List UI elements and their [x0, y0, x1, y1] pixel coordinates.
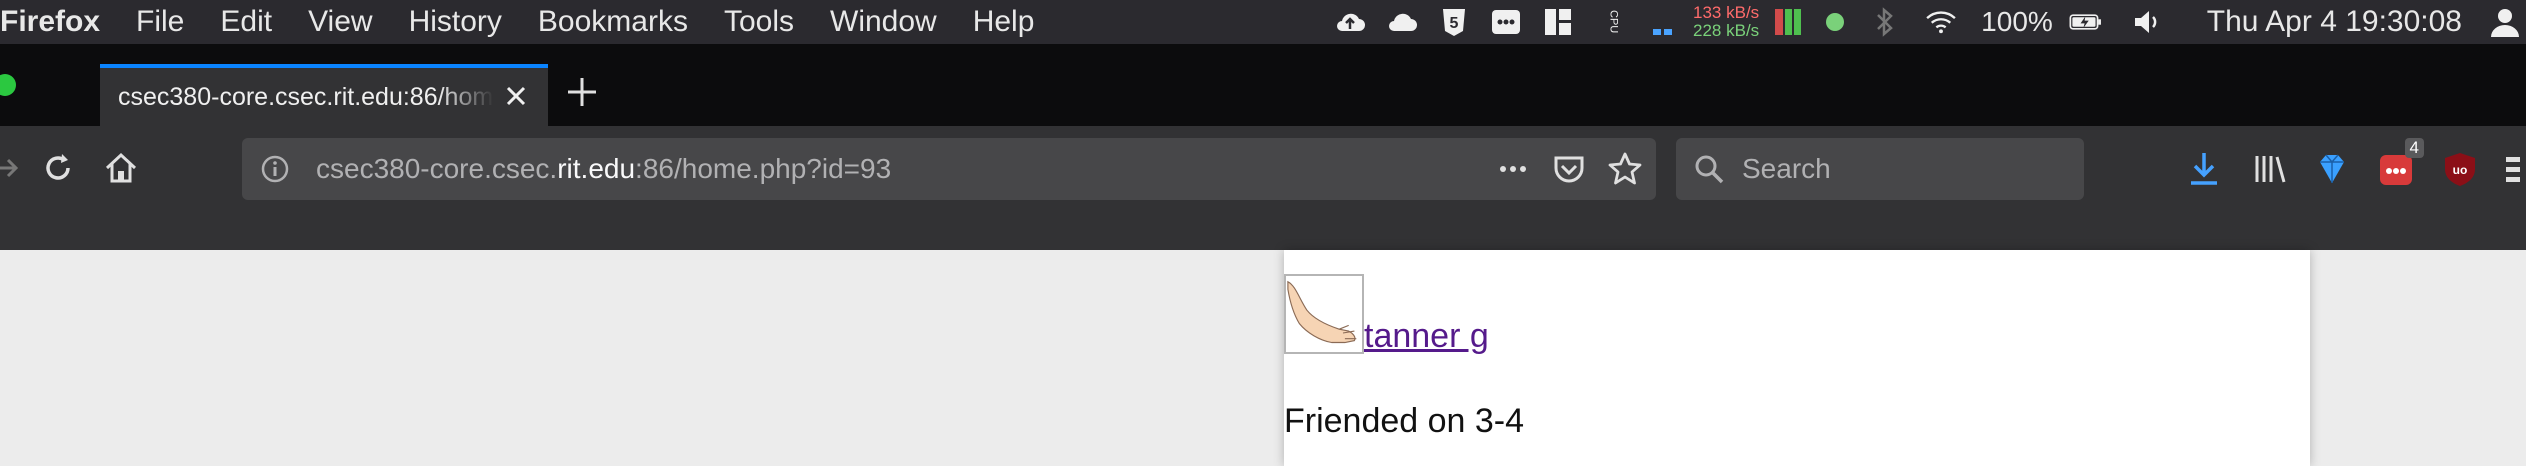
battery-percentage[interactable]: 100%: [1981, 6, 2053, 38]
grid-icon[interactable]: [1541, 5, 1575, 39]
menu-history[interactable]: History: [409, 5, 502, 39]
pocket-icon[interactable]: [1550, 150, 1588, 188]
net-bars-icon[interactable]: [1651, 5, 1675, 39]
network-speed[interactable]: 133 kB/s 228 kB/s: [1693, 4, 1759, 40]
navigation-toolbar: csec380-core.csec.rit.edu:86/home.php?id…: [0, 126, 2526, 212]
url-bar[interactable]: csec380-core.csec.rit.edu:86/home.php?id…: [242, 138, 1656, 200]
cpu-icon[interactable]: CPU: [1593, 5, 1633, 39]
svg-text:5: 5: [1450, 15, 1459, 32]
ublock-button[interactable]: uo: [2440, 146, 2480, 192]
menu-bookmarks[interactable]: Bookmarks: [538, 5, 688, 39]
extension-badge-count: 4: [2404, 138, 2424, 158]
battery-icon[interactable]: [2061, 5, 2111, 39]
wifi-icon[interactable]: [1919, 5, 1963, 39]
search-bar[interactable]: [1676, 138, 2084, 200]
url-actions: [1494, 150, 1644, 188]
friended-date-text: Friended on 3-4: [1284, 402, 1525, 440]
library-button[interactable]: [2250, 146, 2290, 192]
bookmark-star-icon[interactable]: [1606, 150, 1644, 188]
net-up-speed: 133 kB/s: [1693, 3, 1760, 22]
menu-view[interactable]: View: [308, 5, 372, 39]
friend-entry: tanner g: [1284, 274, 1489, 354]
library-icon: [2255, 156, 2286, 183]
cpu-label: CPU: [1607, 10, 1620, 34]
url-text[interactable]: csec380-core.csec.rit.edu:86/home.php?id…: [316, 153, 891, 185]
downloads-button[interactable]: [2184, 146, 2224, 192]
green-dot-icon[interactable]: [1821, 5, 1849, 39]
menu-help[interactable]: Help: [973, 5, 1035, 39]
url-prefix: csec380-core.csec.: [316, 153, 558, 184]
extension-diamond-button[interactable]: [2312, 146, 2352, 192]
search-icon: [1695, 155, 1724, 184]
bluetooth-icon[interactable]: [1867, 5, 1901, 39]
macos-menu-bar: Firefox File Edit View History Bookmarks…: [0, 0, 2526, 44]
cloud-upload-icon[interactable]: [1333, 5, 1367, 39]
extension-red-button[interactable]: 4: [2376, 138, 2424, 192]
menu-file[interactable]: File: [136, 5, 184, 39]
friend-name-link[interactable]: tanner g: [1364, 318, 1489, 354]
friend-avatar[interactable]: [1284, 274, 1364, 354]
reload-icon[interactable]: [38, 148, 78, 188]
net-down-speed: 228 kB/s: [1693, 21, 1760, 40]
info-circle-icon[interactable]: [258, 152, 292, 186]
overflow-menu-button[interactable]: [2506, 146, 2526, 192]
download-arrow-icon: [2191, 153, 2217, 185]
close-icon[interactable]: [500, 80, 532, 112]
battery-bars-icon[interactable]: [1773, 5, 1803, 39]
svg-text:uo: uo: [2453, 163, 2468, 177]
five-icon[interactable]: 5: [1437, 5, 1471, 39]
new-tab-plus-icon[interactable]: [562, 72, 602, 112]
diamond-icon: [2320, 154, 2344, 183]
window-zoom-button[interactable]: [0, 74, 16, 96]
forward-arrow-icon[interactable]: [0, 148, 26, 188]
dots-icon[interactable]: [1489, 5, 1523, 39]
menubar-status-area: 5 CPU 133 kB/s 228 kB/s 100% Thu Apr 4 1…: [1333, 0, 2526, 44]
menu-edit[interactable]: Edit: [220, 5, 272, 39]
content-panel: tanner g Friended on 3-4: [1284, 250, 2310, 466]
url-suffix: :86/home.php?id=93: [635, 153, 892, 184]
ublock-shield-icon: uo: [2445, 153, 2475, 186]
toolbar-lower-strip: [0, 212, 2526, 250]
tab-title: csec380-core.csec.rit.edu:86/home.php?id…: [118, 82, 494, 111]
page-viewport: tanner g Friended on 3-4: [0, 250, 2526, 466]
tab-active[interactable]: csec380-core.csec.rit.edu:86/home.php?id…: [100, 64, 548, 126]
volume-icon[interactable]: [2129, 5, 2163, 39]
tab-strip: csec380-core.csec.rit.edu:86/home.php?id…: [0, 44, 2526, 126]
menu-window[interactable]: Window: [830, 5, 937, 39]
hand-avatar-image: [1287, 280, 1357, 344]
app-menu-firefox[interactable]: Firefox: [0, 5, 100, 39]
cloud-icon[interactable]: [1385, 5, 1419, 39]
user-icon[interactable]: [2488, 5, 2522, 39]
overflow-bars-icon: [2506, 157, 2520, 182]
home-icon[interactable]: [101, 148, 141, 188]
menubar-clock[interactable]: Thu Apr 4 19:30:08: [2207, 5, 2462, 39]
menu-tools[interactable]: Tools: [724, 5, 794, 39]
page-actions-ellipsis-icon[interactable]: [1494, 150, 1532, 188]
url-domain: rit.edu: [557, 153, 636, 184]
search-input[interactable]: [1742, 153, 2062, 185]
